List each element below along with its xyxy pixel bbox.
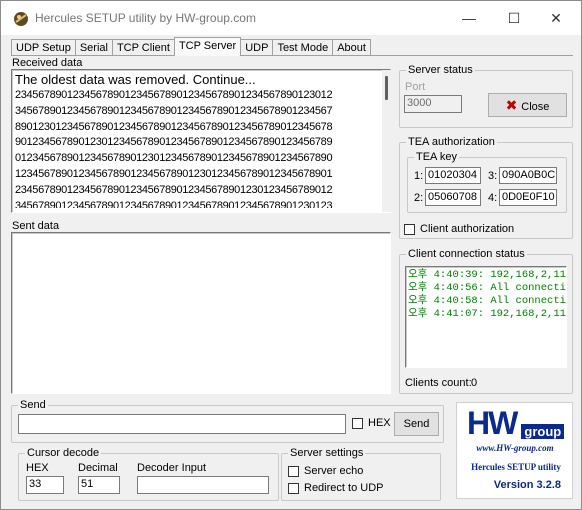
received-line: 3456789012345678901234567890123456789012… <box>15 199 333 208</box>
app-window: Hercules SETUP utility by HW-group.com —… <box>0 0 582 510</box>
received-data-text: The oldest data was removed. Continue...… <box>15 72 381 208</box>
hw-logo-hw: HW <box>467 405 518 441</box>
tab-udp-setup[interactable]: UDP Setup <box>11 39 76 56</box>
port-label: Port <box>405 81 426 93</box>
send-button[interactable]: Send <box>394 412 439 436</box>
hw-logo-version: Version 3.2.8 <box>493 479 561 491</box>
server-status-title: Server status <box>406 64 475 76</box>
client-status-title: Client connection status <box>406 248 527 260</box>
decoder-input-label: Decoder Input <box>137 462 207 474</box>
tab-strip: UDP Setup Serial TCP Client TCP Server U… <box>11 37 371 56</box>
received-line: 0123456789012345678901230123456789012345… <box>15 152 333 165</box>
client-authorization-checkbox[interactable] <box>404 224 415 235</box>
tab-tcp-client[interactable]: TCP Client <box>111 39 175 56</box>
clients-count-label: Clients count: <box>405 377 472 389</box>
client-log-entry: 오후 4:40:39: 192,168,2,110 Client <box>408 269 567 281</box>
received-line: 2345678901234567890123456789012345678901… <box>15 183 333 196</box>
tea-key1-label: 1: <box>414 170 424 182</box>
server-echo-label: Server echo <box>304 465 364 477</box>
tab-divider <box>11 55 573 56</box>
client-log-entry: 오후 4:40:58: All connections c <box>408 295 566 307</box>
port-input[interactable]: 3000 <box>404 95 462 113</box>
send-input[interactable] <box>18 414 346 434</box>
server-settings-title: Server settings <box>288 447 366 459</box>
close-button-label: Close <box>521 101 550 113</box>
tea-key2-input[interactable]: 05060708 <box>425 189 481 206</box>
client-log-entry: 오후 4:41:07: 192,168,2,110 Client <box>408 308 567 320</box>
sent-data-area[interactable] <box>11 232 391 394</box>
tea-key4-input[interactable]: 0D0E0F10 <box>499 189 557 206</box>
close-server-button[interactable]: ✖ Close <box>488 93 567 117</box>
tab-tcp-server[interactable]: TCP Server <box>173 37 242 56</box>
received-line: 2345678901234567890123456789012345678901… <box>15 89 333 101</box>
sent-data-label: Sent data <box>12 220 60 232</box>
hw-logo-url: www.HW-group.com <box>476 443 554 453</box>
close-window-button[interactable]: ✕ <box>545 9 567 27</box>
tea-key3-input[interactable]: 090A0B0C <box>499 167 557 184</box>
clients-count-value: 0 <box>471 377 478 389</box>
decoder-input-field[interactable] <box>137 476 269 494</box>
hw-logo-mark: HW group <box>467 405 565 441</box>
hercules-app-icon <box>13 11 29 27</box>
redirect-udp-checkbox[interactable] <box>288 483 299 494</box>
received-data-label: Received data <box>12 57 83 69</box>
received-line: 1234567890123456789012345678901230123456… <box>15 167 333 180</box>
cursor-hex-field[interactable]: 33 <box>26 476 64 494</box>
tea-authorization-title: TEA authorization <box>406 136 497 148</box>
client-log-entry: 오후 4:40:56: All connections c <box>408 282 566 294</box>
server-echo-checkbox[interactable] <box>288 466 299 477</box>
tab-udp[interactable]: UDP <box>240 39 274 56</box>
hw-group-logo[interactable]: HW group www.HW-group.com Hercules SETUP… <box>456 402 573 499</box>
client-status-log[interactable]: 오후 4:40:39: 192,168,2,110 Client 오후 4:40… <box>405 266 567 368</box>
cursor-hex-label: HEX <box>26 462 49 474</box>
hw-logo-group: group <box>521 424 565 439</box>
hex-checkbox[interactable] <box>352 418 363 429</box>
tea-key1-input[interactable]: 01020304 <box>425 167 481 184</box>
hex-checkbox-label: HEX <box>368 417 391 429</box>
close-x-icon: ✖ <box>505 97 518 113</box>
cursor-decode-title: Cursor decode <box>25 447 102 459</box>
received-notice: The oldest data was removed. Continue... <box>15 72 256 87</box>
received-scroll-thumb[interactable] <box>385 76 388 100</box>
hw-logo-product: Hercules SETUP utility <box>471 462 561 472</box>
title-bar[interactable]: Hercules SETUP utility by HW-group.com —… <box>1 1 581 35</box>
tab-serial[interactable]: Serial <box>74 39 113 56</box>
received-line: 8901230123456789012345678901234567890123… <box>15 120 333 133</box>
tab-about[interactable]: About <box>332 39 371 56</box>
received-scrollbar[interactable] <box>382 70 391 212</box>
tab-test-mode[interactable]: Test Mode <box>272 39 334 56</box>
cursor-decimal-label: Decimal <box>78 462 118 474</box>
received-line: 3456789012345678901234567890123456789012… <box>15 104 333 117</box>
received-data-area[interactable]: The oldest data was removed. Continue...… <box>11 69 391 213</box>
maximize-button[interactable]: ☐ <box>503 9 525 27</box>
minimize-button[interactable]: — <box>458 9 480 27</box>
redirect-udp-label: Redirect to UDP <box>304 482 384 494</box>
tea-key2-label: 2: <box>414 192 424 204</box>
received-line: 9012345678901230123456789012345678901234… <box>15 136 333 149</box>
window-title: Hercules SETUP utility by HW-group.com <box>35 11 256 25</box>
tea-key3-label: 3: <box>488 170 498 182</box>
send-title: Send <box>18 399 48 411</box>
tea-key4-label: 4: <box>488 192 498 204</box>
cursor-decimal-field[interactable]: 51 <box>78 476 120 494</box>
tea-key-title: TEA key <box>414 151 459 163</box>
client-authorization-label: Client authorization <box>420 223 515 235</box>
